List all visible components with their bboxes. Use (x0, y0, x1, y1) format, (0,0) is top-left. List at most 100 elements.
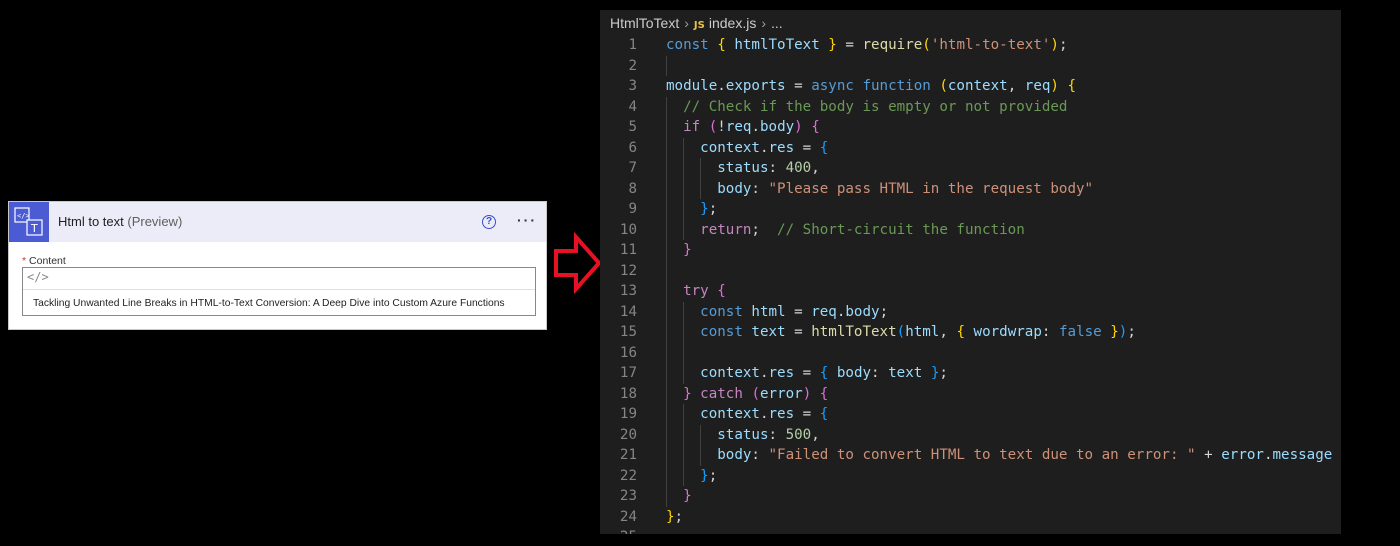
action-card-header[interactable]: </> T Html to text (Preview) ? ··· (9, 202, 546, 242)
code-line[interactable]: 18 } catch (error) { (600, 383, 1341, 405)
code-token: status (717, 426, 769, 443)
line-number: 22 (619, 467, 637, 484)
code-text[interactable]: status: 500, (666, 425, 820, 446)
more-options-icon[interactable]: ··· (517, 212, 537, 228)
code-text[interactable]: const { htmlToText } = require('html-to-… (666, 35, 1068, 56)
code-token: ; (751, 221, 778, 238)
line-number: 6 (628, 139, 637, 156)
code-token: require (862, 37, 923, 53)
indent-guide (666, 342, 667, 363)
code-line[interactable]: 25 (600, 527, 1341, 534)
code-line[interactable]: 16 (600, 342, 1341, 363)
code-text[interactable]: }; (666, 507, 683, 528)
code-text[interactable]: context.res = { body: text }; (666, 363, 948, 384)
code-text[interactable]: } (666, 240, 692, 261)
code-line[interactable]: 8 body: "Please pass HTML in the request… (600, 178, 1341, 200)
line-number: 20 (619, 426, 637, 443)
html-to-text-action-card[interactable]: </> T Html to text (Preview) ? ··· * Con… (8, 201, 547, 330)
chevron-right-icon: › (684, 15, 689, 31)
code-text[interactable]: body: "Please pass HTML in the request b… (666, 179, 1093, 200)
code-token: ; (939, 365, 948, 381)
breadcrumb: HtmlToText › JS index.js ›... (610, 15, 783, 31)
line-number: 23 (619, 488, 637, 504)
code-token: 400 (785, 160, 812, 176)
code-line[interactable]: 11 } (600, 240, 1341, 261)
code-area[interactable]: 1 const { htmlToText } = require('html-to… (600, 35, 1341, 534)
code-line[interactable]: 19 context.res = { (600, 404, 1341, 425)
code-line[interactable]: 9 }; (600, 199, 1341, 220)
code-text[interactable]: const text = htmlToText(html, { wordwrap… (666, 322, 1136, 343)
breadcrumb-folder[interactable]: HtmlToText (610, 15, 679, 31)
code-text[interactable]: context.res = { (666, 404, 828, 425)
code-text[interactable]: } (666, 486, 692, 507)
code-text[interactable]: // Check if the body is empty or not pro… (666, 97, 1067, 118)
code-token: } (683, 488, 692, 504)
breadcrumb-ellipsis[interactable]: ... (771, 15, 783, 31)
line-number: 10 (619, 221, 637, 238)
code-token: = (785, 78, 812, 94)
chevron-right-icon: › (761, 15, 766, 31)
code-text[interactable]: if (!req.body) { (666, 117, 820, 138)
code-editor[interactable]: HtmlToText › JS index.js ›... 1 const { htmlT… (600, 10, 1341, 534)
code-line[interactable]: 10 return; // Short-circuit the function (600, 219, 1341, 241)
code-token: ) (1050, 37, 1059, 53)
code-text[interactable]: }; (666, 199, 717, 220)
code-token: error (759, 385, 803, 402)
breadcrumb-file[interactable]: index.js (709, 15, 756, 31)
code-line[interactable]: 17 context.res = { body: text }; (600, 363, 1341, 384)
code-line[interactable]: 2 (600, 55, 1341, 76)
line-number: 15 (619, 324, 637, 340)
code-line[interactable]: 20 status: 500, (600, 424, 1341, 446)
code-line[interactable]: 6 context.res = { (600, 137, 1341, 159)
help-icon[interactable]: ? (482, 215, 496, 229)
code-token: { (717, 283, 726, 299)
code-line[interactable]: 7 status: 400, (600, 158, 1341, 179)
code-text[interactable]: }; (666, 466, 717, 487)
code-token: body (845, 303, 880, 320)
code-view-icon[interactable]: </> (27, 270, 49, 284)
code-line[interactable]: 14 const html = req.body; (600, 301, 1341, 323)
content-field[interactable]: </> Tackling Unwanted Line Breaks in HTM… (22, 267, 536, 316)
code-line[interactable]: 5 if (!req.body) { (600, 117, 1341, 138)
code-line[interactable]: 23 } (600, 486, 1341, 507)
action-title: Html to text (Preview) (58, 214, 182, 229)
content-field-value[interactable]: Tackling Unwanted Line Breaks in HTML-to… (33, 298, 505, 309)
code-token: text (888, 365, 923, 381)
code-token: error (1221, 447, 1264, 463)
code-line[interactable]: 22 }; (600, 465, 1341, 487)
code-line[interactable]: 24}; (600, 507, 1341, 528)
code-line[interactable]: 13 try { (600, 281, 1341, 302)
code-token: req (725, 119, 752, 135)
code-text[interactable]: try { (666, 281, 726, 302)
code-text[interactable]: const html = req.body; (666, 302, 888, 323)
code-line[interactable]: 15 const text = htmlToText(html, { wordw… (600, 322, 1341, 343)
line-number: 3 (628, 78, 637, 94)
code-line[interactable]: 21 body: "Failed to convert HTML to text… (600, 445, 1341, 466)
code-text[interactable]: } catch (error) { (666, 384, 828, 405)
code-token: : (768, 426, 786, 443)
code-token: , (811, 160, 820, 176)
code-token: context (700, 406, 760, 422)
code-text[interactable]: return; // Short-circuit the function (666, 220, 1025, 241)
code-text[interactable]: body: "Failed to convert HTML to text du… (666, 445, 1332, 466)
code-token: } (683, 242, 692, 258)
code-line[interactable]: 3 module.exports = async function (contex… (600, 76, 1341, 97)
line-number: 5 (628, 119, 637, 135)
code-line[interactable]: 1 const { htmlToText } = require('html-to… (600, 35, 1341, 56)
code-token: : (768, 160, 786, 176)
code-token: ; (1127, 324, 1136, 340)
code-line[interactable]: 4 // Check if the body is empty or not p… (600, 96, 1341, 118)
code-text[interactable]: status: 400, (666, 158, 820, 179)
code-token: ) (1050, 78, 1059, 94)
code-line[interactable]: 12 (600, 260, 1341, 281)
code-text[interactable]: module.exports = async function (context… (666, 76, 1076, 97)
code-text[interactable]: context.res = { (666, 138, 828, 159)
red-arrow-right-icon (554, 232, 602, 294)
